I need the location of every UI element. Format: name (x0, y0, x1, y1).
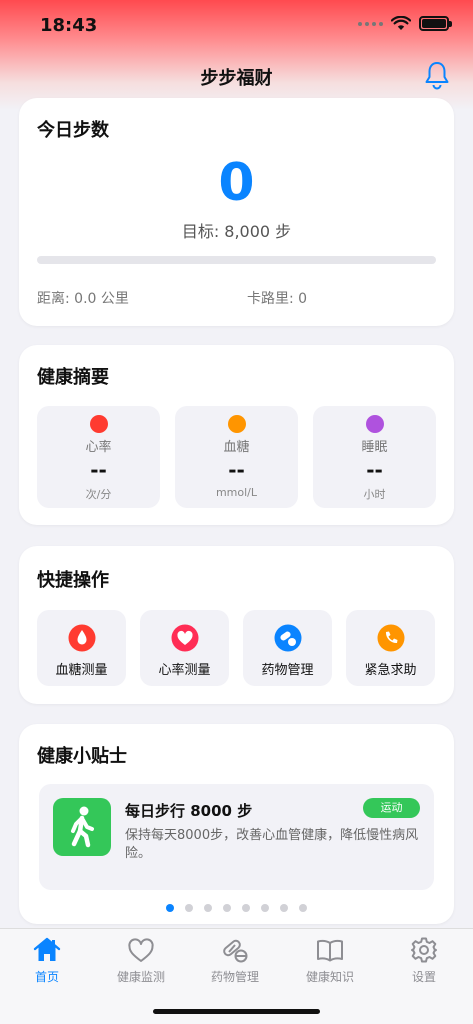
steps-card[interactable]: 今日步数 0 目标: 8,000 步 距离: 0.0 公里 卡路里: 0 (19, 98, 454, 326)
metric-unit: 次/分 (85, 488, 112, 501)
steps-calories: 卡路里: 0 (247, 291, 308, 307)
blood-sugar-dot-icon (227, 415, 246, 433)
metric-sleep[interactable]: 睡眠 -- 小时 (313, 406, 436, 508)
home-icon (33, 937, 61, 961)
heart-outline-icon (128, 938, 154, 962)
quick-actions-card: 快捷操作 血糖测量 心率测量 药物管理 紧急求助 (19, 546, 454, 704)
blood-drop-icon (68, 624, 95, 652)
steps-count: 0 (218, 153, 255, 213)
health-summary-title: 健康摘要 (37, 367, 109, 388)
page-title: 步步福财 (200, 68, 273, 89)
page-dot[interactable] (223, 904, 231, 912)
quick-actions-title: 快捷操作 (37, 570, 109, 591)
page-dot[interactable] (242, 904, 250, 912)
walking-icon (53, 798, 111, 856)
page-dot[interactable] (280, 904, 288, 912)
tip-description: 保持每天8000步，改善心血管健康，降低慢性病风险。 (125, 828, 419, 861)
metric-heart-rate[interactable]: 心率 -- 次/分 (37, 406, 160, 508)
health-tips-title: 健康小贴士 (37, 746, 127, 767)
signal-icon (358, 21, 383, 26)
pill-icon (223, 939, 248, 963)
metric-blood-sugar[interactable]: 血糖 -- mmol/L (175, 406, 298, 508)
bell-icon[interactable] (423, 60, 451, 90)
metric-value: -- (228, 458, 245, 482)
tab-label: 药物管理 (210, 970, 259, 984)
metric-value: -- (366, 458, 383, 482)
battery-icon (419, 16, 452, 31)
status-icons (358, 16, 452, 31)
book-icon (317, 939, 343, 962)
tab-label: 首页 (34, 970, 59, 984)
steps-distance: 距离: 0.0 公里 (37, 291, 129, 307)
tip-title: 每日步行 8000 步 (125, 802, 253, 820)
steps-goal: 目标: 8,000 步 (181, 222, 292, 241)
home-indicator (153, 1009, 320, 1014)
health-tips-card: 健康小贴士 每日步行 8000 步 运动 保持每天8000步，改善心血管健康，降… (19, 724, 454, 924)
health-summary-card: 健康摘要 心率 -- 次/分 血糖 -- mmol/L 睡眠 -- 小时 (19, 345, 454, 525)
tip-carousel-item[interactable]: 每日步行 8000 步 运动 保持每天8000步，改善心血管健康，降低慢性病风险… (39, 784, 434, 890)
tab-label: 健康知识 (305, 970, 354, 984)
metric-unit: 小时 (363, 488, 386, 501)
action-label: 心率测量 (158, 663, 211, 678)
page-dot[interactable] (185, 904, 193, 912)
tab-settings[interactable]: 设置 (377, 935, 471, 985)
blood-sugar-test-button[interactable]: 血糖测量 (37, 610, 126, 686)
wifi-icon (391, 16, 411, 30)
tab-health-knowledge[interactable]: 健康知识 (283, 935, 377, 985)
metric-value: -- (90, 458, 107, 482)
tab-medication[interactable]: 药物管理 (188, 935, 282, 985)
sleep-dot-icon (365, 415, 384, 433)
metric-label: 睡眠 (361, 440, 388, 455)
medication-management-button[interactable]: 药物管理 (243, 610, 332, 686)
tab-label: 设置 (411, 970, 436, 984)
tab-home[interactable]: 首页 (0, 935, 94, 985)
metric-label: 心率 (85, 440, 112, 455)
page-dot[interactable] (204, 904, 212, 912)
tips-page-indicator[interactable] (19, 904, 454, 912)
tab-health-monitor[interactable]: 健康监测 (94, 935, 188, 985)
status-bar: 18:43 (0, 0, 473, 52)
metric-label: 血糖 (223, 440, 250, 455)
action-label: 血糖测量 (55, 663, 108, 678)
page-dot[interactable] (261, 904, 269, 912)
steps-title: 今日步数 (37, 120, 109, 141)
emergency-help-button[interactable]: 紧急求助 (346, 610, 435, 686)
page-dot[interactable] (299, 904, 307, 912)
page-dot[interactable] (166, 904, 174, 912)
status-time: 18:43 (40, 15, 98, 36)
steps-progress-bar (37, 256, 436, 264)
tab-label: 健康监测 (116, 970, 165, 984)
gear-icon (411, 937, 437, 963)
heart-rate-test-button[interactable]: 心率测量 (140, 610, 229, 686)
action-label: 药物管理 (261, 663, 314, 678)
heart-rate-dot-icon (89, 415, 108, 433)
pills-icon (274, 624, 301, 652)
metric-unit: mmol/L (215, 486, 258, 499)
action-label: 紧急求助 (364, 663, 417, 678)
heart-icon (171, 624, 198, 652)
phone-icon (377, 624, 404, 652)
tip-category-badge: 运动 (363, 798, 420, 818)
